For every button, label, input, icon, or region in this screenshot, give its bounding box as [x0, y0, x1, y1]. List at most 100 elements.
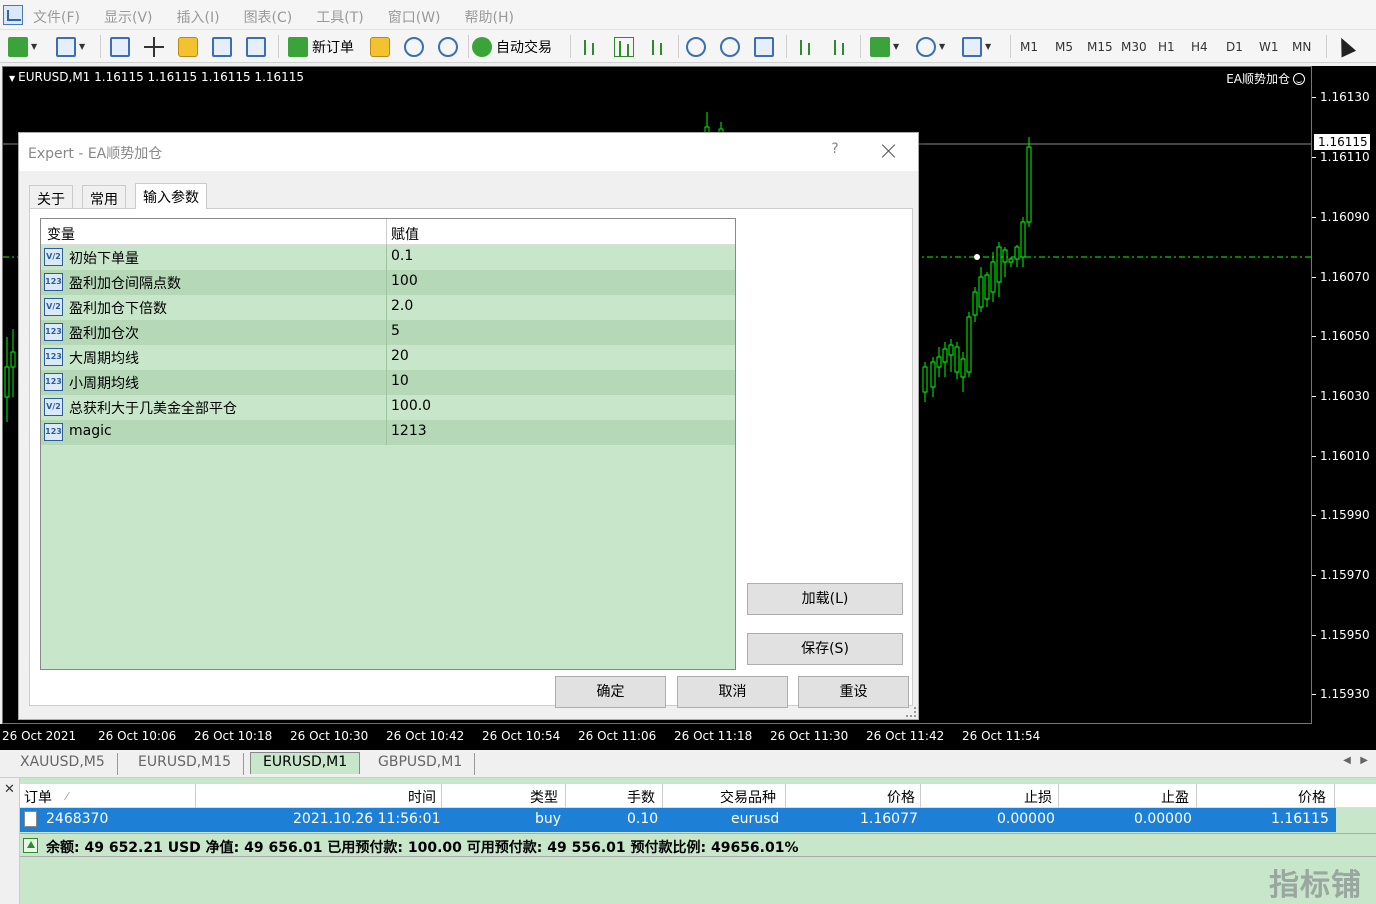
terminal-close-button[interactable]: ✕ [4, 782, 15, 797]
menu-file[interactable]: 文件(F) [33, 7, 80, 27]
timeframe-w1[interactable]: W1 [1259, 40, 1279, 54]
param-value[interactable]: 2.0 [391, 298, 413, 314]
cursor-icon[interactable] [1333, 34, 1357, 58]
col-variable[interactable]: 变量 [47, 224, 75, 244]
market-watch-button[interactable] [110, 34, 130, 59]
profiles-button[interactable]: ▼ [56, 34, 85, 59]
col-symbol[interactable]: 交易品种 [720, 787, 776, 807]
timeframe-h4[interactable]: H4 [1191, 40, 1208, 54]
param-value[interactable]: 5 [391, 323, 400, 339]
vps-button[interactable] [438, 34, 458, 59]
param-name: 总获利大于几美金全部平仓 [69, 401, 237, 417]
load-button[interactable]: 加载(L) [747, 583, 903, 615]
chart-tab-eurusd-m1[interactable]: EURUSD,M1 [250, 752, 361, 774]
zoom-in-button[interactable] [686, 34, 706, 59]
zoom-out-button[interactable] [720, 34, 740, 59]
timeframe-m30[interactable]: M30 [1121, 40, 1147, 54]
terminal-window: 文件(F) 显示(V) 插入(I) 图表(C) 工具(T) 窗口(W) 帮助(H… [0, 0, 1376, 904]
menu-help[interactable]: 帮助(H) [465, 7, 514, 27]
param-value[interactable]: 100 [391, 273, 418, 289]
col-sl[interactable]: 止损 [1024, 787, 1052, 807]
menu-tools[interactable]: 工具(T) [316, 7, 363, 27]
timeframe-d1[interactable]: D1 [1226, 40, 1243, 54]
tab-common[interactable]: 常用 [82, 185, 126, 209]
timeframe-h1[interactable]: H1 [1158, 40, 1175, 54]
new-order-button[interactable]: 新订单 [288, 34, 354, 59]
signals-button[interactable] [404, 34, 424, 59]
order-tp: 0.00000 [1134, 811, 1192, 827]
col-time[interactable]: 时间 [408, 787, 436, 807]
favorites-button[interactable] [178, 34, 198, 59]
metaeditor-button[interactable] [370, 34, 390, 59]
param-value[interactable]: 20 [391, 348, 409, 364]
price-label: 1.16090 [1312, 210, 1370, 224]
table-row[interactable]: 2468370 2021.10.26 11:56:01 buy 0.10 eur… [20, 808, 1336, 832]
chart-tab-xauusd-m5[interactable]: XAUUSD,M5 [8, 753, 118, 775]
candle-body [10, 351, 16, 368]
timeframe-m15[interactable]: M15 [1087, 40, 1113, 54]
column-separator [386, 245, 387, 270]
reset-button[interactable]: 重设 [798, 676, 909, 708]
resize-grip-icon[interactable] [906, 707, 916, 717]
tab-about[interactable]: 关于 [29, 185, 73, 209]
new-chart-button[interactable]: ▼ [8, 34, 37, 59]
table-row[interactable]: 123 盈利加仓次 5 [41, 320, 735, 345]
tile-windows-button[interactable] [754, 34, 774, 59]
param-value[interactable]: 0.1 [391, 248, 413, 264]
param-value[interactable]: 10 [391, 373, 409, 389]
save-button[interactable]: 保存(S) [747, 633, 903, 665]
parameters-header: 变量 赋值 [41, 219, 735, 245]
timeframe-m1[interactable]: M1 [1020, 40, 1038, 54]
help-button[interactable]: ? [825, 141, 845, 161]
autoscroll-button[interactable] [796, 34, 816, 59]
menu-charts[interactable]: 图表(C) [244, 7, 293, 27]
tab-inputs[interactable]: 输入参数 [135, 183, 207, 209]
candle-body [936, 356, 942, 368]
line-chart-button[interactable] [648, 34, 668, 59]
tab-scroll-arrows[interactable]: ◀ ▶ [1343, 755, 1368, 766]
price-label: 1.15950 [1312, 628, 1370, 642]
menu-window[interactable]: 窗口(W) [388, 7, 441, 27]
chart-tab-eurusd-m15[interactable]: EURUSD,M15 [126, 753, 245, 775]
auto-trading-button[interactable]: 自动交易 [472, 34, 552, 59]
table-row[interactable]: V/2 初始下单量 0.1 [41, 245, 735, 270]
crosshair-icon [144, 36, 164, 57]
navigator-button[interactable] [212, 34, 232, 59]
col-current-price[interactable]: 价格 [1298, 787, 1326, 807]
templates-button[interactable]: ▼ [962, 34, 991, 59]
col-tp[interactable]: 止盈 [1161, 787, 1189, 807]
col-price[interactable]: 价格 [887, 787, 915, 807]
table-row[interactable]: V/2 盈利加仓下倍数 2.0 [41, 295, 735, 320]
close-button[interactable] [877, 139, 901, 163]
ok-button[interactable]: 确定 [555, 676, 666, 708]
table-row[interactable]: 123 盈利加仓间隔点数 100 [41, 270, 735, 295]
bar-chart-button[interactable] [580, 34, 600, 59]
timeframe-mn[interactable]: MN [1292, 40, 1311, 54]
table-row[interactable]: 123 magic 1213 [41, 420, 735, 445]
param-value[interactable]: 100.0 [391, 398, 431, 414]
periods-button[interactable]: ▼ [916, 34, 945, 59]
candlestick-button[interactable] [614, 34, 634, 59]
chart-tab-gbpusd-m1[interactable]: GBPUSD,M1 [366, 753, 476, 775]
col-lots[interactable]: 手数 [627, 787, 655, 807]
column-separator [386, 295, 387, 320]
table-row[interactable]: 123 大周期均线 20 [41, 345, 735, 370]
line-chart-icon [648, 37, 668, 57]
parameters-table: 变量 赋值 V/2 初始下单量 0.1 123 盈利加仓间隔点数 100 V/2… [40, 218, 736, 670]
timeframe-m5[interactable]: M5 [1055, 40, 1073, 54]
crosshair-button[interactable] [144, 34, 164, 59]
table-row[interactable]: 123 小周期均线 10 [41, 370, 735, 395]
col-value[interactable]: 赋值 [391, 224, 419, 244]
col-type[interactable]: 类型 [530, 787, 558, 807]
tester-button[interactable] [246, 34, 266, 59]
menu-view[interactable]: 显示(V) [104, 7, 153, 27]
app-icon [3, 5, 23, 25]
order-symbol: eurusd [731, 811, 780, 827]
cancel-button[interactable]: 取消 [677, 676, 788, 708]
param-value[interactable]: 1213 [391, 423, 427, 439]
menu-insert[interactable]: 插入(I) [177, 7, 220, 27]
col-order[interactable]: 订单 [24, 787, 52, 807]
table-row[interactable]: V/2 总获利大于几美金全部平仓 100.0 [41, 395, 735, 420]
indicators-button[interactable]: ▼ [870, 34, 899, 59]
chart-shift-button[interactable] [830, 34, 850, 59]
